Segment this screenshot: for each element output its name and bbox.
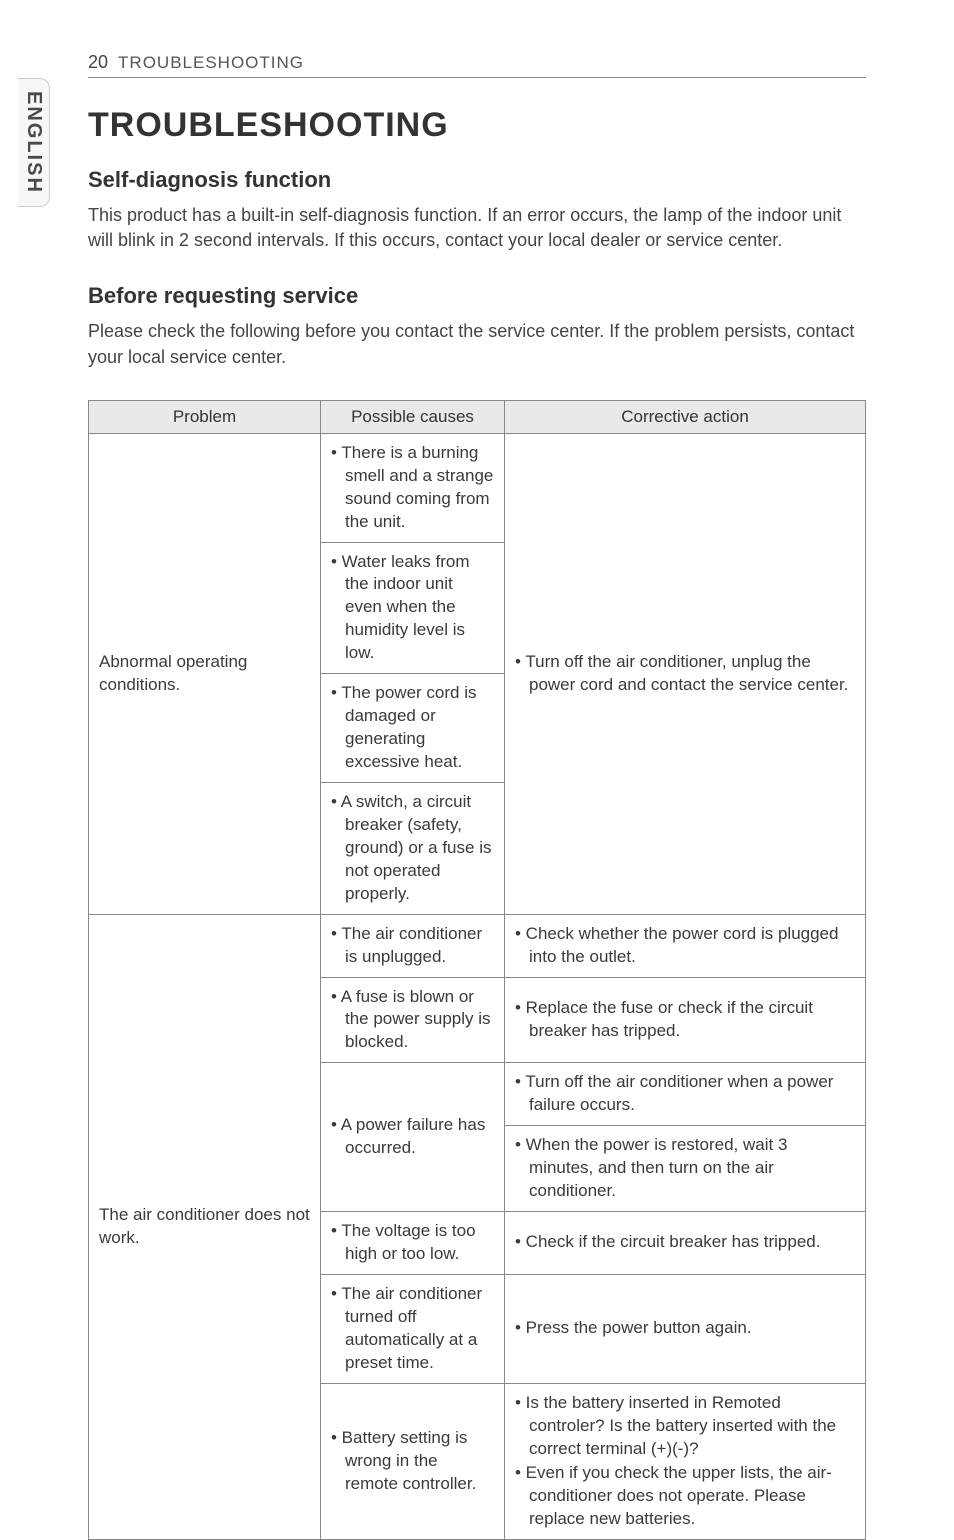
before-service-text: Please check the following before you co…: [88, 319, 866, 369]
cause-text: • A switch, a circuit breaker (safety, g…: [331, 791, 494, 906]
cause-text: • The voltage is too high or too low.: [331, 1220, 494, 1266]
cause-cell: • A fuse is blown or the power supply is…: [321, 977, 505, 1063]
table-row: Abnormal operating conditions. • There i…: [89, 433, 866, 542]
problem-cell: Abnormal operating conditions.: [89, 433, 321, 914]
cause-cell: • A switch, a circuit breaker (safety, g…: [321, 782, 505, 914]
action-text: • Even if you check the upper lists, the…: [515, 1462, 855, 1531]
before-service-heading: Before requesting service: [88, 283, 866, 309]
page-title: TROUBLESHOOTING: [88, 106, 866, 145]
cause-cell: • The voltage is too high or too low.: [321, 1212, 505, 1275]
header-problem: Problem: [89, 400, 321, 433]
cause-cell: • Battery setting is wrong in the remote…: [321, 1383, 505, 1540]
cause-cell: • There is a burning smell and a strange…: [321, 433, 505, 542]
action-text: • Replace the fuse or check if the circu…: [515, 997, 855, 1043]
cause-cell: • The air conditioner is unplugged.: [321, 914, 505, 977]
problem-cell: The air conditioner does not work.: [89, 914, 321, 1540]
cause-text: • Battery setting is wrong in the remote…: [331, 1427, 494, 1496]
cause-text: • The air conditioner is unplugged.: [331, 923, 494, 969]
action-text: • Check whether the power cord is plugge…: [515, 923, 855, 969]
header-action: Corrective action: [505, 400, 866, 433]
cause-text: • A fuse is blown or the power supply is…: [331, 986, 494, 1055]
table-row: The air conditioner does not work. • The…: [89, 914, 866, 977]
troubleshooting-table: Problem Possible causes Corrective actio…: [88, 400, 866, 1540]
self-diagnosis-heading: Self-diagnosis function: [88, 167, 866, 193]
action-text: • Turn off the air conditioner when a po…: [515, 1071, 855, 1117]
action-text: • Turn off the air conditioner, unplug t…: [515, 651, 855, 697]
cause-text: • There is a burning smell and a strange…: [331, 442, 494, 534]
self-diagnosis-text: This product has a built-in self-diagnos…: [88, 203, 866, 253]
action-text: • Press the power button again.: [515, 1317, 855, 1340]
cause-text: • The power cord is damaged or generatin…: [331, 682, 494, 774]
action-cell: • Check if the circuit breaker has tripp…: [505, 1212, 866, 1275]
cause-text: • A power failure has occurred.: [331, 1114, 494, 1160]
action-text: • Is the battery inserted in Remoted con…: [515, 1392, 855, 1461]
action-cell: • Check whether the power cord is plugge…: [505, 914, 866, 977]
table-header-row: Problem Possible causes Corrective actio…: [89, 400, 866, 433]
cause-cell: • The power cord is damaged or generatin…: [321, 674, 505, 783]
action-text: • Check if the circuit breaker has tripp…: [515, 1231, 855, 1254]
action-cell: • Turn off the air conditioner, unplug t…: [505, 433, 866, 914]
header-section-label: TROUBLESHOOTING: [118, 53, 304, 73]
action-text: • When the power is restored, wait 3 min…: [515, 1134, 855, 1203]
cause-text: • The air conditioner turned off automat…: [331, 1283, 494, 1375]
cause-cell: • Water leaks from the indoor unit even …: [321, 542, 505, 674]
header-causes: Possible causes: [321, 400, 505, 433]
action-cell: • Turn off the air conditioner when a po…: [505, 1063, 866, 1126]
action-cell: • Is the battery inserted in Remoted con…: [505, 1383, 866, 1540]
language-tab: ENGLISH: [18, 78, 50, 207]
page-number: 20: [88, 52, 108, 73]
action-cell: • Press the power button again.: [505, 1274, 866, 1383]
action-cell: • When the power is restored, wait 3 min…: [505, 1126, 866, 1212]
page-header: 20 TROUBLESHOOTING: [88, 52, 866, 78]
cause-text: • Water leaks from the indoor unit even …: [331, 551, 494, 666]
cause-cell: • A power failure has occurred.: [321, 1063, 505, 1212]
action-cell: • Replace the fuse or check if the circu…: [505, 977, 866, 1063]
cause-cell: • The air conditioner turned off automat…: [321, 1274, 505, 1383]
